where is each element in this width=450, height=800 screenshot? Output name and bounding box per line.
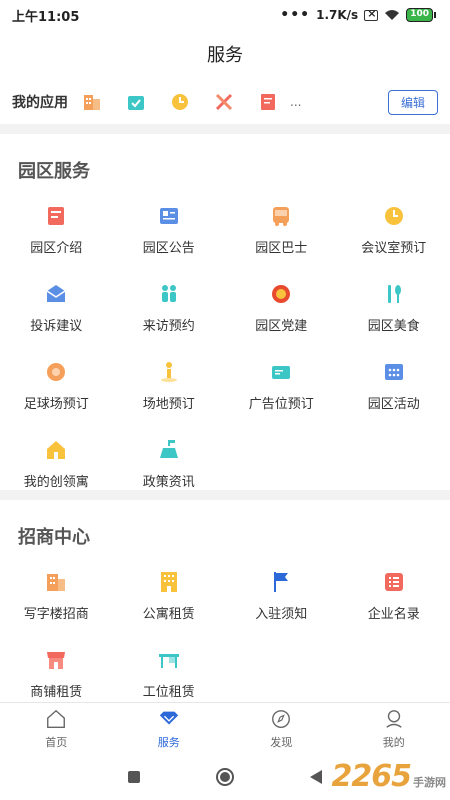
more-apps-ellipsis: ...: [290, 95, 302, 109]
invest-workstation[interactable]: 工位租赁: [113, 648, 226, 700]
home-button[interactable]: [216, 768, 234, 786]
tools-icon[interactable]: [214, 92, 234, 112]
bottom-tab-bar: 首页 服务 发现 我的: [0, 702, 450, 754]
status-dots: •••: [280, 7, 311, 23]
tab-discover[interactable]: 发现: [225, 703, 338, 754]
clock-icon[interactable]: [170, 92, 190, 112]
park-services-grid: 园区介绍 园区公告 园区巴士 会议室预订 投诉建议 来访预约 园区党建 园区美食…: [0, 204, 450, 490]
intro-icon: [48, 207, 65, 225]
service-park-bus[interactable]: 园区巴士: [225, 204, 338, 256]
bus-icon: [273, 207, 290, 226]
building-icon[interactable]: [82, 92, 102, 112]
my-apps-icons: ...: [82, 92, 388, 112]
status-bar: 上午11:05 ••• 1.7K/s 100: [0, 0, 450, 30]
page-header: 服务: [0, 30, 450, 78]
flag-icon: [274, 572, 289, 592]
network-speed: 1.7K/s: [316, 8, 359, 22]
venue-icon: [160, 362, 177, 382]
user-icon: [386, 709, 402, 728]
investment-center-title: 招商中心: [18, 527, 90, 548]
food-icon: [387, 285, 401, 303]
investment-center-grid[interactable]: 写字楼招商 公寓租赁 入驻须知 企业名录 商铺租赁 工位租赁: [0, 570, 450, 700]
note-icon[interactable]: [258, 92, 278, 112]
service-meeting-room[interactable]: 会议室预订: [338, 204, 450, 256]
service-football[interactable]: 足球场预订: [0, 360, 113, 412]
compass-icon: [272, 709, 291, 728]
tab-home[interactable]: 首页: [0, 703, 113, 754]
status-indicators: ••• 1.7K/s 100: [280, 7, 436, 23]
ad-card-icon: [272, 366, 291, 379]
service-policy[interactable]: 政策资讯: [113, 438, 226, 490]
recents-button[interactable]: [128, 771, 140, 783]
service-venue[interactable]: 场地预订: [113, 360, 226, 412]
football-icon: [47, 363, 66, 381]
my-apps-bar: 我的应用 ... 编辑: [0, 82, 450, 122]
section-divider: [0, 490, 450, 500]
service-party[interactable]: 园区党建: [225, 282, 338, 334]
visitors-icon: [161, 285, 176, 302]
my-apps-label: 我的应用: [12, 95, 68, 111]
invest-shop[interactable]: 商铺租赁: [0, 648, 113, 700]
invest-directory[interactable]: 企业名录: [338, 570, 450, 622]
service-park-intro[interactable]: 园区介绍: [0, 204, 113, 256]
service-icon: [159, 711, 178, 724]
tab-service[interactable]: 服务: [113, 703, 226, 754]
back-button[interactable]: [310, 770, 322, 784]
service-park-announcement[interactable]: 园区公告: [113, 204, 226, 256]
policy-icon: [159, 440, 178, 458]
tab-mine[interactable]: 我的: [338, 703, 450, 754]
shop-icon: [47, 652, 66, 669]
page-title: 服务: [207, 45, 243, 66]
clock-icon: [384, 207, 403, 225]
battery-icon: 100: [406, 8, 436, 22]
section-divider: [0, 124, 450, 134]
directory-icon: [384, 573, 403, 591]
calendar-check-icon[interactable]: [126, 92, 146, 112]
activity-icon: [384, 364, 403, 380]
park-services-title: 园区服务: [18, 161, 90, 182]
service-complaint[interactable]: 投诉建议: [0, 282, 113, 334]
desk-icon: [158, 654, 179, 668]
watermark-logo: 2265 手游网: [331, 759, 447, 794]
service-food[interactable]: 园区美食: [338, 282, 450, 334]
status-time: 上午11:05: [12, 9, 80, 25]
invest-settle-notice[interactable]: 入驻须知: [225, 570, 338, 622]
service-visit[interactable]: 来访预约: [113, 282, 226, 334]
mail-icon: [46, 285, 66, 302]
party-icon: [272, 285, 291, 303]
service-my-apartment[interactable]: 我的创领寓: [0, 438, 113, 490]
wifi-icon: [385, 10, 400, 20]
apartment-icon: [160, 572, 177, 592]
edit-button[interactable]: 编辑: [387, 89, 438, 115]
service-ad-space[interactable]: 广告位预订: [225, 360, 338, 412]
invest-apartment[interactable]: 公寓租赁: [113, 570, 226, 622]
home-outline-icon: [47, 709, 66, 728]
service-activity[interactable]: 园区活动: [338, 360, 450, 412]
home-icon: [47, 441, 66, 459]
announcement-icon: [159, 208, 178, 224]
invest-office[interactable]: 写字楼招商: [0, 570, 113, 622]
office-building-icon: [47, 574, 66, 591]
sim-off-icon: [364, 7, 379, 21]
